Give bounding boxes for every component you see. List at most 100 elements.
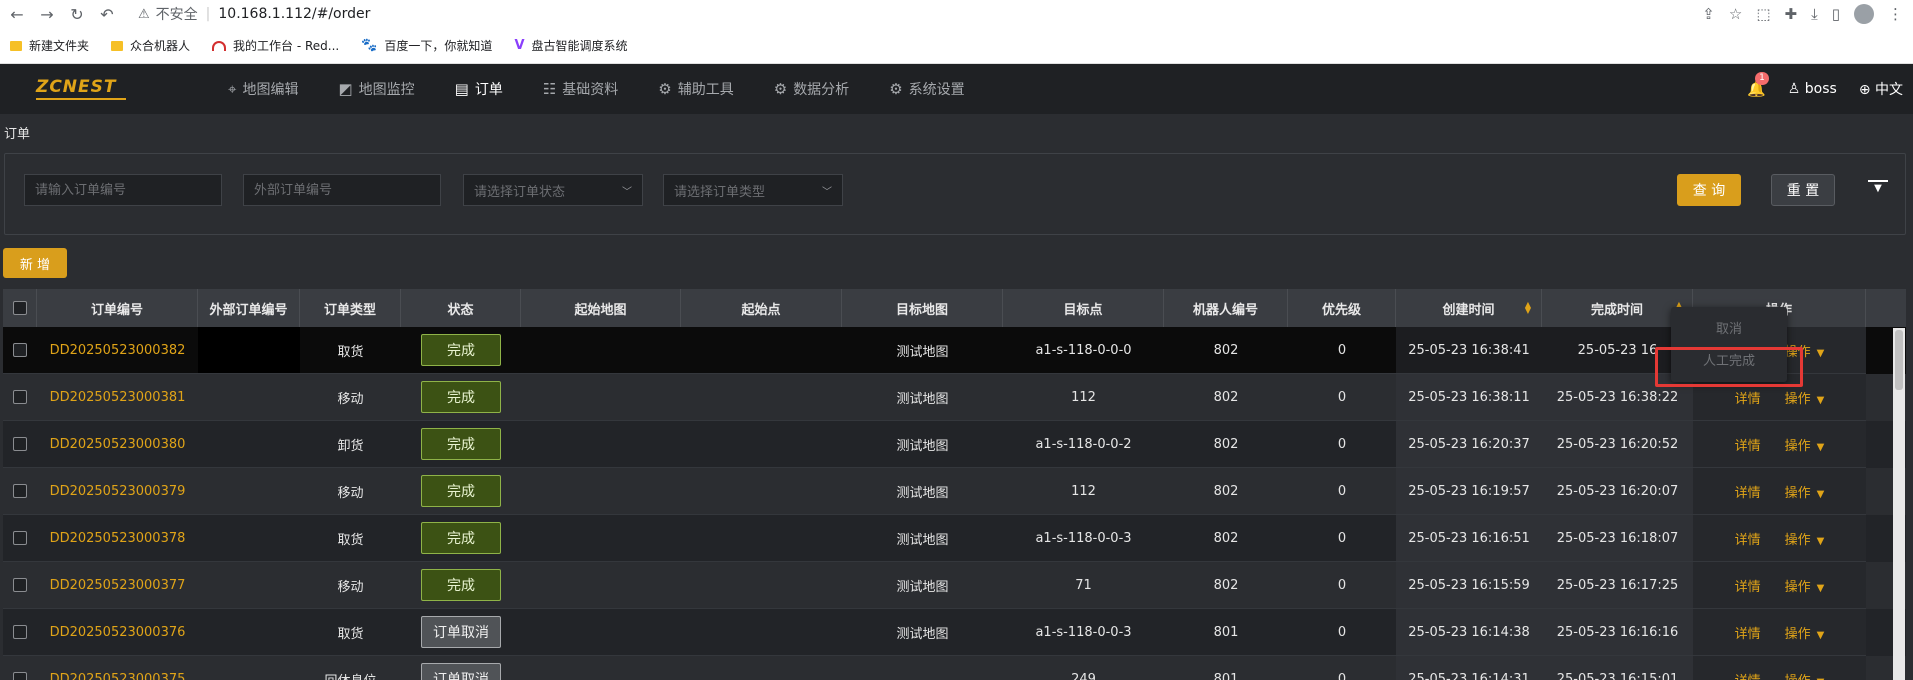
- highlight-box: [1655, 347, 1803, 387]
- detail-link[interactable]: 详情: [1735, 576, 1761, 595]
- order-id-link[interactable]: DD20250523000377: [50, 578, 186, 593]
- cell-text: 802: [1213, 483, 1239, 499]
- robot-cell: 801: [1164, 656, 1288, 680]
- nav-orders[interactable]: ▤ 订单: [435, 64, 523, 114]
- order-id-link[interactable]: DD20250523000379: [50, 484, 186, 499]
- cell-text: 测试地图: [896, 485, 949, 501]
- reset-button[interactable]: 重 置: [1771, 174, 1835, 206]
- crop-icon[interactable]: ⬚: [1756, 5, 1770, 23]
- star-icon[interactable]: ☆: [1729, 5, 1742, 23]
- status-cell: 完成: [401, 327, 521, 374]
- bookmark-redhat[interactable]: 我的工作台 - Red...: [212, 37, 339, 54]
- nav-settings[interactable]: ⚙ 系统设置: [869, 64, 984, 114]
- status-cell: 订单取消: [401, 609, 521, 656]
- address-separator: |: [205, 6, 211, 22]
- checkbox-cell: [3, 327, 37, 374]
- select-all-checkbox[interactable]: [12, 301, 27, 315]
- sidebar-icon[interactable]: ▯: [1832, 5, 1840, 23]
- download-icon[interactable]: ⤓: [1811, 5, 1818, 23]
- bookmark-pangu[interactable]: V 盘古智能调度系统: [514, 37, 627, 54]
- action-menu-button[interactable]: 操作 ▼: [1785, 623, 1825, 642]
- nav-map-monitor[interactable]: ◩ 地图监控: [318, 64, 434, 114]
- external-no-cell: [198, 515, 300, 562]
- profile-icon[interactable]: [1854, 4, 1874, 24]
- order-id-link[interactable]: DD20250523000381: [50, 390, 186, 405]
- status-cell: 订单取消: [401, 656, 521, 680]
- status-select[interactable]: 请选择订单状态 ﹀: [463, 174, 643, 206]
- bookmark-baidu[interactable]: 🐾 百度一下，你就知道: [361, 37, 492, 54]
- action-label: 操作: [1784, 485, 1811, 501]
- nav-basic-data[interactable]: ☷ 基础资料: [523, 64, 638, 114]
- chevron-down-icon: ﹀: [822, 186, 832, 198]
- query-button[interactable]: 查 询: [1677, 174, 1741, 206]
- reload-icon[interactable]: ↻: [64, 1, 90, 27]
- type-select[interactable]: 请选择订单类型 ﹀: [663, 174, 843, 206]
- table-row: DD20250523000382 取货 完成 测试地图 a1-s-118-0-0-0 80…: [3, 327, 1906, 374]
- row-checkbox[interactable]: [13, 672, 27, 680]
- detail-link[interactable]: 详情: [1735, 482, 1761, 501]
- language-switch[interactable]: ⊕ 中文: [1859, 79, 1903, 99]
- action-menu-button[interactable]: 操作 ▼: [1785, 670, 1825, 680]
- external-no-input[interactable]: [243, 174, 441, 206]
- bookmark-zhonghe[interactable]: 众合机器人: [111, 37, 190, 54]
- bell-icon[interactable]: 🔔 1: [1747, 72, 1769, 98]
- nav-analytics[interactable]: ⚙ 数据分析: [754, 64, 869, 114]
- row-checkbox[interactable]: [13, 578, 27, 592]
- back-icon[interactable]: ←: [4, 1, 30, 27]
- order-id-link[interactable]: DD20250523000375: [50, 672, 186, 680]
- header-created[interactable]: 创建时间 ▲ ▼: [1396, 289, 1542, 327]
- action-menu-button[interactable]: 操作 ▼: [1785, 482, 1825, 501]
- row-checkbox[interactable]: [13, 390, 27, 404]
- menu-icon[interactable]: ⋮: [1888, 5, 1903, 23]
- type-cell: 取货: [300, 515, 401, 562]
- order-id-link[interactable]: DD20250523000380: [50, 437, 186, 452]
- scrollbar-thumb[interactable]: [1895, 330, 1903, 390]
- gear-icon: ⚙: [658, 80, 672, 98]
- action-menu-button[interactable]: 操作 ▼: [1785, 576, 1825, 595]
- user-menu[interactable]: ♙ boss: [1788, 81, 1837, 97]
- action-menu-button[interactable]: 操作 ▼: [1785, 529, 1825, 548]
- add-button[interactable]: 新 增: [3, 248, 67, 278]
- order-id-link[interactable]: DD20250523000378: [50, 531, 186, 546]
- dropdown-cancel[interactable]: 取消: [1671, 311, 1787, 343]
- order-id-link[interactable]: DD20250523000382: [50, 343, 186, 358]
- detail-link[interactable]: 详情: [1735, 623, 1761, 642]
- target-map-cell: 测试地图: [842, 609, 1003, 656]
- status-badge: 完成: [421, 522, 501, 554]
- share-icon[interactable]: ⇪: [1702, 5, 1715, 23]
- nav-map-edit[interactable]: ⌖ 地图编辑: [208, 64, 318, 114]
- cell-text: 0: [1337, 530, 1347, 546]
- row-checkbox[interactable]: [13, 625, 27, 639]
- order-id-link[interactable]: DD20250523000376: [50, 625, 186, 640]
- order-no-input[interactable]: [24, 174, 222, 206]
- scrollbar[interactable]: [1893, 328, 1905, 680]
- orders-table: 订单编号 外部订单编号 订单类型 状态 起始地图 起始点 目标地图 目标点 机器人编号 优先级 创建…: [3, 289, 1906, 680]
- chart-icon: ◩: [338, 80, 353, 98]
- baidu-paw-icon: 🐾: [361, 38, 378, 53]
- row-checkbox[interactable]: [13, 437, 27, 451]
- detail-link[interactable]: 详情: [1735, 435, 1761, 454]
- address-bar[interactable]: ⚠ 不安全 | 10.168.1.112/#/order: [138, 4, 370, 24]
- nav-tools[interactable]: ⚙ 辅助工具: [638, 64, 753, 114]
- extensions-icon[interactable]: ✚: [1785, 5, 1798, 23]
- detail-link[interactable]: 详情: [1735, 529, 1761, 548]
- detail-link[interactable]: 详情: [1735, 388, 1761, 407]
- start-map-cell: [521, 468, 681, 515]
- undo-icon[interactable]: ↶: [94, 1, 120, 27]
- cell-text: 25-05-23 16:38:11: [1408, 389, 1530, 405]
- bookmark-new-folder[interactable]: 新建文件夹: [10, 37, 89, 54]
- action-menu-button[interactable]: 操作 ▼: [1785, 435, 1825, 454]
- header-select-all[interactable]: [3, 289, 37, 327]
- sort-icon[interactable]: ▲▼: [1525, 301, 1531, 315]
- row-checkbox[interactable]: [13, 531, 27, 545]
- action-menu-button[interactable]: 操作 ▼: [1785, 388, 1825, 407]
- table-row: DD20250523000379 移动 完成 测试地图 112 802 0 25-05-23 …: [3, 468, 1906, 515]
- start-map-cell: [521, 421, 681, 468]
- language-label: 中文: [1875, 82, 1903, 98]
- detail-link[interactable]: 详情: [1735, 670, 1761, 680]
- forward-icon[interactable]: →: [34, 1, 60, 27]
- row-checkbox[interactable]: [13, 343, 27, 357]
- bookmark-label: 盘古智能调度系统: [531, 39, 628, 53]
- collapse-icon[interactable]: ▼: [1867, 180, 1889, 198]
- row-checkbox[interactable]: [13, 484, 27, 498]
